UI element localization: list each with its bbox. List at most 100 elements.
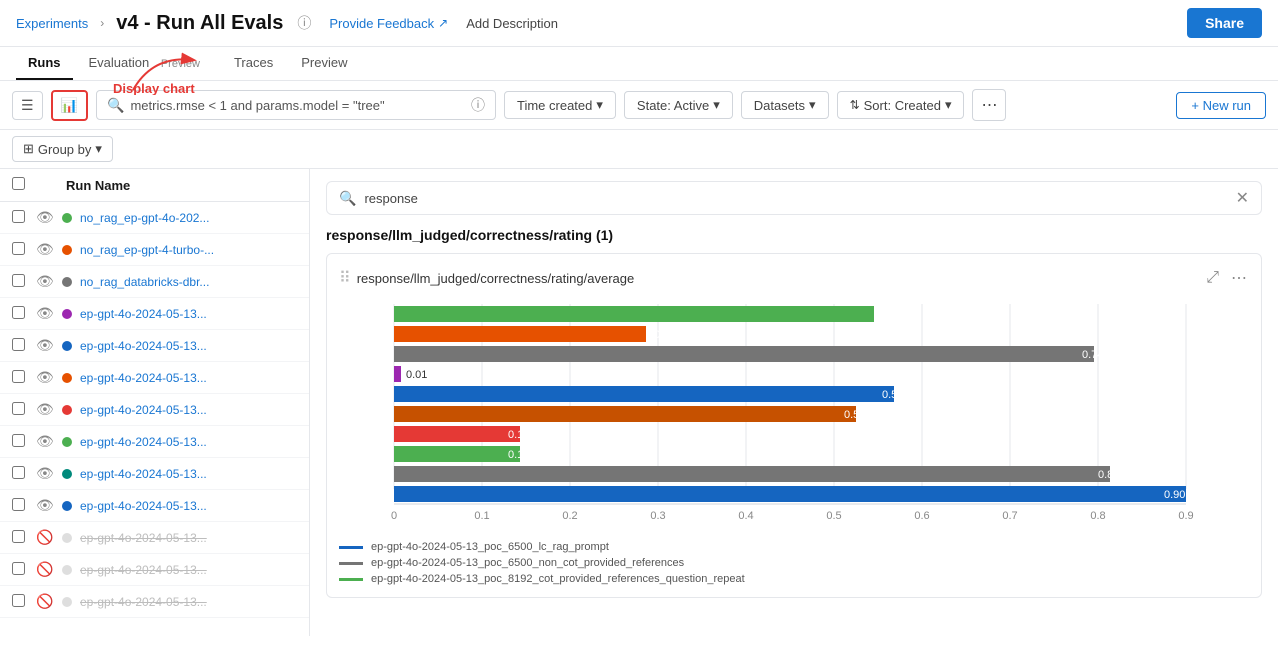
run-color-dot xyxy=(62,213,72,223)
table-row[interactable]: 👁 no_rag_ep-gpt-4-turbo-... xyxy=(0,234,309,266)
table-row[interactable]: 👁 ep-gpt-4o-2024-05-13... xyxy=(0,394,309,426)
table-row[interactable]: 👁 no_rag_databricks-dbr... xyxy=(0,266,309,298)
run-color-dot xyxy=(62,277,72,287)
visibility-toggle[interactable]: 👁 xyxy=(36,465,54,482)
sort-filter[interactable]: ⇅ Sort: Created ▾ xyxy=(837,91,965,119)
run-name: ep-gpt-4o-2024-05-13... xyxy=(80,371,297,385)
tab-traces[interactable]: Traces xyxy=(222,47,285,80)
table-row[interactable]: 🚫 ep-gpt-4o-2024-05-13... xyxy=(0,554,309,586)
share-button[interactable]: Share xyxy=(1187,8,1262,38)
table-row[interactable]: 👁 ep-gpt-4o-2024-05-13... xyxy=(0,458,309,490)
bar-9 xyxy=(394,486,1186,502)
table-row[interactable]: 👁 ep-gpt-4o-2024-05-13... xyxy=(0,298,309,330)
visibility-toggle[interactable]: 👁 xyxy=(36,241,54,258)
add-description-button[interactable]: Add Description xyxy=(466,16,558,31)
breadcrumb-separator: › xyxy=(100,16,104,30)
row-checkbox[interactable] xyxy=(12,274,25,287)
search-info-icon[interactable]: ⓘ xyxy=(471,95,485,115)
legend-color-1 xyxy=(339,562,363,565)
visibility-toggle[interactable]: 🚫 xyxy=(36,593,54,610)
search-input[interactable] xyxy=(130,98,465,113)
row-checkbox[interactable] xyxy=(12,562,25,575)
feedback-link[interactable]: Provide Feedback ↗ xyxy=(329,16,448,31)
row-checkbox[interactable] xyxy=(12,594,25,607)
bar-label-6: 0.15 xyxy=(508,429,529,441)
run-name: ep-gpt-4o-2024-05-13... xyxy=(80,595,297,609)
time-created-label: Time created xyxy=(517,98,592,113)
list-view-button[interactable]: ☰ xyxy=(12,91,43,120)
legend-color-2 xyxy=(339,578,363,581)
metric-search-input[interactable] xyxy=(364,191,1227,206)
bar-label-9: 0.90 xyxy=(1164,489,1185,501)
drag-handle-icon[interactable]: ⠿ xyxy=(339,268,351,288)
table-row[interactable]: 🚫 ep-gpt-4o-2024-05-13... xyxy=(0,522,309,554)
legend-item-0: ep-gpt-4o-2024-05-13_poc_6500_lc_rag_pro… xyxy=(339,541,1249,553)
expand-chart-button[interactable]: ⤢ xyxy=(1204,267,1221,289)
chart-legend: ep-gpt-4o-2024-05-13_poc_6500_lc_rag_pro… xyxy=(339,541,1249,585)
chart-button-container: 📊 Display chart xyxy=(51,90,88,121)
row-checkbox[interactable] xyxy=(12,242,25,255)
more-options-button[interactable]: ⋯ xyxy=(972,89,1006,121)
row-checkbox[interactable] xyxy=(12,466,25,479)
sort-label: Sort: Created xyxy=(864,98,941,113)
row-checkbox[interactable] xyxy=(12,370,25,383)
visibility-toggle[interactable]: 👁 xyxy=(36,433,54,450)
time-created-filter[interactable]: Time created ▾ xyxy=(504,91,616,119)
run-name: ep-gpt-4o-2024-05-13... xyxy=(80,531,297,545)
x-label-4: 0.4 xyxy=(738,510,753,522)
sort-icon: ⇅ xyxy=(850,98,860,112)
row-checkbox[interactable] xyxy=(12,210,25,223)
run-name: no_rag_ep-gpt-4o-202... xyxy=(80,211,297,225)
visibility-toggle[interactable]: 👁 xyxy=(36,209,54,226)
info-icon[interactable]: ⓘ xyxy=(297,13,311,33)
table-row[interactable]: 🚫 ep-gpt-4o-2024-05-13... xyxy=(0,586,309,618)
state-label: State: Active xyxy=(637,98,709,113)
select-all-checkbox[interactable] xyxy=(12,177,28,193)
row-checkbox[interactable] xyxy=(12,338,25,351)
datasets-chevron: ▾ xyxy=(809,97,816,113)
main-content: Run Name 👁 no_rag_ep-gpt-4o-202... 👁 no_… xyxy=(0,169,1278,636)
row-checkbox[interactable] xyxy=(12,306,25,319)
visibility-toggle[interactable]: 🚫 xyxy=(36,561,54,578)
visibility-toggle[interactable]: 🚫 xyxy=(36,529,54,546)
breadcrumb[interactable]: Experiments xyxy=(16,16,88,31)
time-created-chevron: ▾ xyxy=(596,97,603,113)
tab-runs[interactable]: Runs xyxy=(16,47,73,80)
chart-more-button[interactable]: ⋯ xyxy=(1229,266,1249,290)
visibility-toggle[interactable]: 👁 xyxy=(36,305,54,322)
chart-view-button[interactable]: 📊 xyxy=(51,90,88,121)
row-checkbox[interactable] xyxy=(12,530,25,543)
run-name: ep-gpt-4o-2024-05-13... xyxy=(80,339,297,353)
new-run-button[interactable]: + New run xyxy=(1176,92,1266,119)
bar-0 xyxy=(394,306,874,322)
table-row[interactable]: 👁 ep-gpt-4o-2024-05-13... xyxy=(0,362,309,394)
table-row[interactable]: 👁 ep-gpt-4o-2024-05-13... xyxy=(0,490,309,522)
visibility-toggle[interactable]: 👁 xyxy=(36,369,54,386)
table-row[interactable]: 👁 ep-gpt-4o-2024-05-13... xyxy=(0,426,309,458)
visibility-toggle[interactable]: 👁 xyxy=(36,273,54,290)
tab-evaluation[interactable]: Evaluation Preview xyxy=(77,47,218,80)
datasets-filter[interactable]: Datasets ▾ xyxy=(741,91,829,119)
row-checkbox[interactable] xyxy=(12,498,25,511)
tab-preview[interactable]: Preview xyxy=(289,47,359,80)
chart-card-title: ⠿ response/llm_judged/correctness/rating… xyxy=(339,268,634,288)
x-label-1: 0.1 xyxy=(474,510,489,522)
row-checkbox[interactable] xyxy=(12,434,25,447)
chart-card-header: ⠿ response/llm_judged/correctness/rating… xyxy=(339,266,1249,290)
state-filter[interactable]: State: Active ▾ xyxy=(624,91,733,119)
top-bar: Experiments › v4 - Run All Evals ⓘ Provi… xyxy=(0,0,1278,47)
clear-search-button[interactable]: ✕ xyxy=(1236,188,1249,208)
run-color-dot xyxy=(62,245,72,255)
table-row[interactable]: 👁 ep-gpt-4o-2024-05-13... xyxy=(0,330,309,362)
header-checkbox[interactable] xyxy=(12,177,25,190)
row-checkbox[interactable] xyxy=(12,402,25,415)
x-label-3: 0.3 xyxy=(650,510,665,522)
visibility-toggle[interactable]: 👁 xyxy=(36,497,54,514)
visibility-toggle[interactable]: 👁 xyxy=(36,337,54,354)
visibility-toggle[interactable]: 👁 xyxy=(36,401,54,418)
group-by-button[interactable]: ⊞ Group by ▾ xyxy=(12,136,113,162)
tab-evaluation-label: Evaluation xyxy=(89,55,150,70)
table-row[interactable]: 👁 no_rag_ep-gpt-4o-202... xyxy=(0,202,309,234)
run-name: ep-gpt-4o-2024-05-13... xyxy=(80,467,297,481)
bar-chart: 0.57 0.30 0.74 0.01 0.59 xyxy=(339,304,1249,585)
